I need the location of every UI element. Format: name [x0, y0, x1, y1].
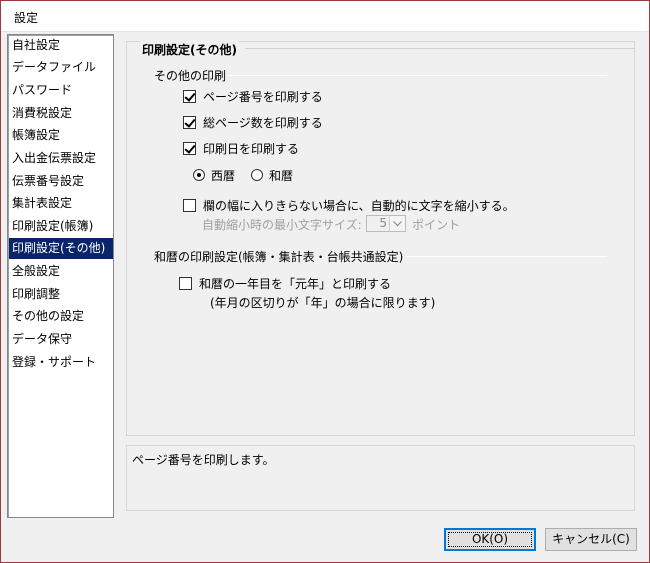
- era-western-radio[interactable]: [193, 169, 205, 181]
- first-year-checkbox[interactable]: [179, 276, 192, 290]
- era-western-label: 西暦: [211, 168, 236, 183]
- sidebar-item-print-other[interactable]: 印刷設定(その他): [9, 238, 113, 259]
- print-date-label: 印刷日を印刷する: [203, 141, 300, 156]
- sidebar-item-password[interactable]: パスワード: [9, 80, 113, 101]
- total-pages-label: 総ページ数を印刷する: [203, 115, 323, 130]
- title-bar: 設定: [1, 1, 649, 32]
- auto-shrink-label: 欄の幅に入りきらない場合に、自動的に文字を縮小する。: [203, 198, 515, 213]
- panel-title: 印刷設定(その他): [140, 41, 239, 58]
- description-text: ページ番号を印刷します。: [132, 453, 275, 467]
- min-font-size-select[interactable]: 5: [366, 215, 406, 232]
- era-japanese-radio[interactable]: [251, 169, 263, 181]
- panel-title-divider: [245, 48, 635, 49]
- sidebar-item-ledger[interactable]: 帳簿設定: [9, 125, 113, 146]
- ok-button-label: OK(O): [471, 532, 509, 546]
- sidebar-item-summary[interactable]: 集計表設定: [9, 193, 113, 214]
- cancel-button[interactable]: キャンセル(C): [545, 528, 637, 551]
- sidebar-item-data-file[interactable]: データファイル: [9, 57, 113, 78]
- page-number-checkbox[interactable]: [183, 89, 196, 103]
- chevron-down-icon[interactable]: [389, 216, 405, 231]
- min-font-size-value: 5: [379, 216, 387, 230]
- print-date-checkbox[interactable]: [183, 141, 196, 155]
- total-pages-checkbox[interactable]: [183, 115, 196, 129]
- window-title: 設定: [14, 11, 39, 25]
- sidebar-item-data-maintenance[interactable]: データ保守: [9, 329, 113, 350]
- sidebar-item-print-ledger[interactable]: 印刷設定(帳簿): [9, 216, 113, 237]
- cancel-button-label: キャンセル(C): [552, 532, 630, 546]
- min-font-size-unit: ポイント: [412, 218, 461, 232]
- auto-shrink-option[interactable]: 欄の幅に入りきらない場合に、自動的に文字を縮小する。: [183, 197, 515, 213]
- era-japanese-option[interactable]: 和暦: [251, 167, 293, 183]
- other-print-group-label: その他の印刷: [154, 67, 230, 84]
- sidebar-item-voucher-number[interactable]: 伝票番号設定: [9, 171, 113, 192]
- first-year-label: 和暦の一年目を「元年」と印刷する: [199, 276, 392, 291]
- page-number-label: ページ番号を印刷する: [203, 89, 323, 104]
- settings-category-list[interactable]: 自社設定 データファイル パスワード 消費税設定 帳簿設定 入出金伝票設定 伝票…: [7, 34, 114, 518]
- era-japanese-label: 和暦: [269, 168, 294, 183]
- ok-button[interactable]: OK(O): [444, 528, 536, 551]
- sidebar-item-registration-support[interactable]: 登録・サポート: [9, 352, 113, 373]
- sidebar-item-general[interactable]: 全般設定: [9, 261, 113, 282]
- era-western-option[interactable]: 西暦: [193, 167, 235, 183]
- sidebar-item-company[interactable]: 自社設定: [9, 35, 113, 56]
- first-year-note: (年月の区切りが「年」の場合に限ります): [210, 296, 436, 310]
- settings-dialog: 設定 自社設定 データファイル パスワード 消費税設定 帳簿設定 入出金伝票設定…: [0, 0, 650, 563]
- total-pages-option[interactable]: 総ページ数を印刷する: [183, 114, 323, 130]
- page-number-option[interactable]: ページ番号を印刷する: [183, 88, 323, 104]
- print-date-option[interactable]: 印刷日を印刷する: [183, 140, 299, 156]
- first-year-option[interactable]: 和暦の一年目を「元年」と印刷する: [179, 275, 391, 291]
- sidebar-item-consumption-tax[interactable]: 消費税設定: [9, 103, 113, 124]
- japanese-era-group-label: 和暦の印刷設定(帳簿・集計表・台帳共通設定): [154, 248, 407, 265]
- min-font-size-label: 自動縮小時の最小文字サイズ:: [202, 218, 362, 232]
- auto-shrink-checkbox[interactable]: [183, 198, 196, 212]
- sidebar-item-cash-voucher[interactable]: 入出金伝票設定: [9, 148, 113, 169]
- sidebar-item-print-adjust[interactable]: 印刷調整: [9, 284, 113, 305]
- sidebar-item-other-settings[interactable]: その他の設定: [9, 306, 113, 327]
